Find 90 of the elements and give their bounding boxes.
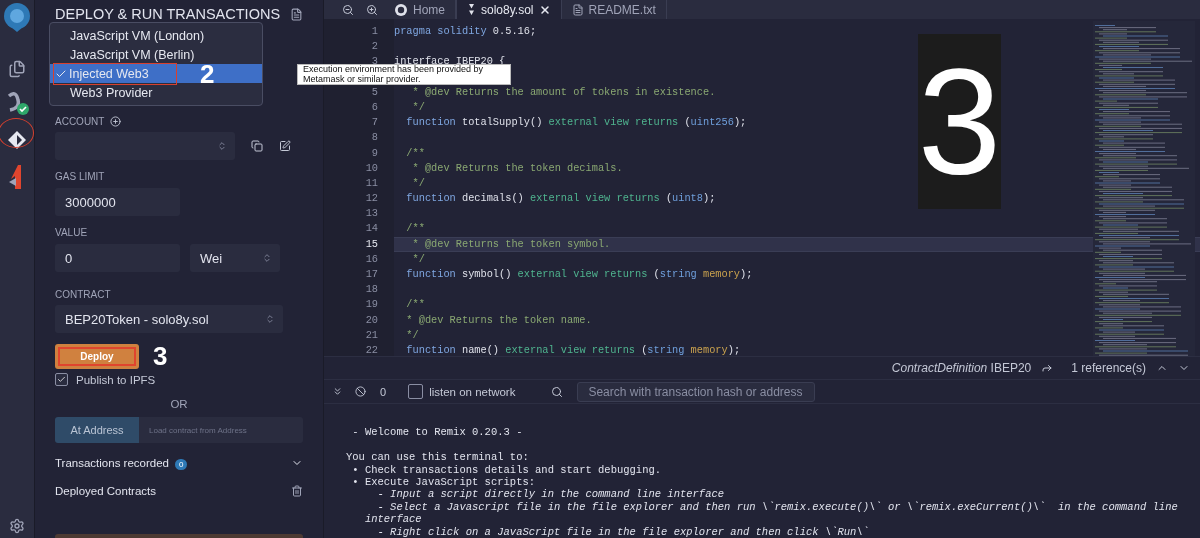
checkbox-label: Publish to IPFS [76, 373, 156, 386]
value-field[interactable]: 0 [55, 244, 180, 272]
line-number: 17 [365, 268, 378, 280]
contract-select[interactable]: BEP20Token - solo8y.sol [55, 305, 283, 333]
code-line: function name() external view returns (string memory); [405, 343, 741, 356]
line-number: 15 [365, 237, 378, 250]
editor-tab[interactable]: solo8y.sol [456, 0, 562, 19]
terminal-line: - Input a script directly in the command line interface [376, 488, 725, 501]
line-number: 7 [371, 116, 378, 129]
node-info: ContractDefinition IBEP20 [891, 361, 1032, 376]
code-line: * @dev Returns the token name. [405, 313, 592, 326]
line-number: 22 [365, 343, 378, 356]
sort-icon [265, 314, 275, 324]
pending-count: 0 [380, 385, 387, 398]
terminal-line: - Select a Javascript file in the file explorer and then run \`remix.execute()\` or \`remix.exeCurrent()\` in the command line [376, 500, 1178, 513]
field-label: VALUE [55, 227, 88, 238]
docs-icon[interactable] [290, 7, 303, 21]
terminal-line: - Right click on a JavaScript file in the file explorer and then click \`Run\` [376, 525, 869, 538]
menu-option[interactable]: JavaScript VM (Berlin) [50, 45, 262, 64]
line-number: 2 [371, 40, 378, 53]
editor-tab[interactable]: README.txt [561, 0, 667, 19]
line-number: 8 [371, 131, 378, 144]
code-line: pragma solidity 0.5.16; [394, 25, 537, 37]
code-line: function symbol() external view returns (string memory); [405, 268, 753, 280]
step-number: 3 [918, 34, 1001, 209]
code-line: function decimals() external view returns (uint8); [405, 192, 716, 205]
file-icon [571, 3, 584, 16]
edit-icon[interactable] [279, 140, 291, 152]
checkbox[interactable] [55, 373, 68, 386]
code-line: */ [405, 328, 419, 341]
panel-title: DEPLOY & RUN TRANSACTIONS [55, 6, 281, 22]
line-number: 10 [365, 161, 378, 174]
unit-select[interactable]: Wei [190, 244, 280, 272]
settings-icon[interactable] [9, 518, 25, 534]
files-icon[interactable] [8, 60, 26, 78]
code-line: * @dev Returns the token symbol. [411, 237, 611, 250]
line-number: 11 [365, 176, 378, 189]
menu-option[interactable]: JavaScript VM (London) [50, 26, 262, 45]
line-number: 20 [365, 313, 378, 326]
field-label: GAS LIMIT [55, 171, 105, 182]
collapse-icon[interactable] [332, 386, 343, 398]
terminal-line: - Welcome to Remix 0.20.3 - [351, 426, 523, 439]
line-number: 14 [365, 222, 378, 235]
code-line: */ [411, 252, 425, 265]
references-text: 1 reference(s) [1071, 361, 1146, 376]
line-number: 13 [365, 207, 378, 220]
checkbox-label: listen on network [429, 385, 516, 398]
line-number: 12 [365, 192, 378, 205]
field-label: CONTRACT [55, 289, 111, 300]
or-text: OR [169, 398, 189, 410]
clear-icon[interactable] [355, 386, 366, 398]
section-title: Transactions recorded [55, 457, 169, 469]
code-line: */ [411, 100, 425, 113]
line-number: 18 [365, 283, 378, 296]
sort-icon [262, 253, 272, 263]
code-line: /** [405, 298, 425, 311]
step-number: 3 [153, 343, 168, 369]
line-number: 16 [365, 252, 378, 265]
sort-icon [217, 141, 227, 151]
logo-icon[interactable] [2, 2, 32, 32]
line-number: 6 [371, 100, 378, 113]
code-line: * @dev Returns the amount of tokens in existence. [411, 85, 716, 98]
section-title: Deployed Contracts [55, 485, 156, 497]
code-line: /** [405, 146, 425, 159]
line-number: 5 [371, 85, 378, 98]
terminal-line: You can use this terminal to: [346, 451, 529, 464]
code-line: /** [405, 222, 425, 235]
field-label: ACCOUNT [55, 116, 105, 127]
terminal-line: interface [363, 513, 422, 526]
line-number: 19 [365, 298, 378, 311]
terminal-line: • Execute JavaScript scripts: [351, 475, 536, 488]
at-address-button[interactable]: At Address [55, 417, 139, 443]
close-icon[interactable] [538, 3, 551, 16]
terminal-line: • Check transactions details and start debugging. [351, 463, 662, 476]
add-icon[interactable] [110, 116, 122, 127]
count-badge: 0 [175, 459, 188, 470]
line-number: 9 [371, 146, 378, 159]
code-line: * @dev Returns the token decimals. [411, 161, 623, 174]
search-icon[interactable] [551, 385, 564, 398]
gas-limit-field[interactable]: 3000000 [55, 188, 180, 216]
code-line: function totalSupply() external view returns (uint256); [405, 116, 747, 129]
search-field[interactable]: Search with transaction hash or address [577, 381, 816, 402]
deploy-icon[interactable] [7, 130, 27, 150]
line-number: 1 [371, 25, 378, 37]
trash-icon[interactable] [291, 485, 303, 497]
copy-icon[interactable] [251, 140, 263, 152]
check-icon [57, 375, 66, 384]
checkbox[interactable] [408, 384, 424, 400]
code-line: */ [411, 176, 425, 189]
line-number: 21 [365, 328, 378, 341]
